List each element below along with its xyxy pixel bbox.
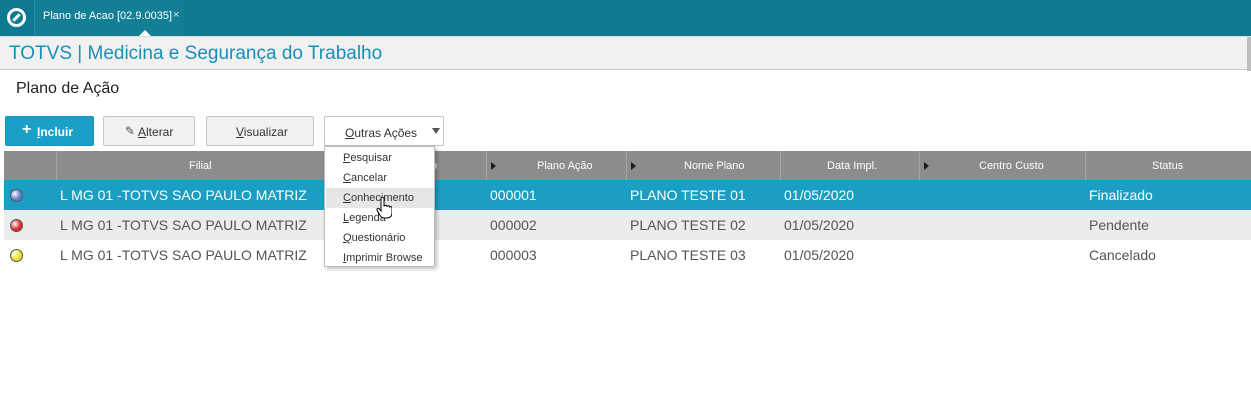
status-legend-icon (10, 219, 23, 232)
visualizar-button[interactable]: Visualizar (206, 116, 314, 146)
cell-data-impl: 01/05/2020 (784, 247, 855, 263)
menu-item-label: Imprimir Browse (343, 252, 423, 264)
column-label: Centro Custo (979, 160, 1044, 172)
cell-plano-acao: 000002 (490, 217, 537, 233)
menu-item-imprimir-browse[interactable]: Imprimir Browse (326, 248, 434, 268)
cell-nome-plano: PLANO TESTE 02 (630, 217, 746, 233)
cell-filial: L MG 01 -TOTVS SAO PAULO MATRIZ (60, 217, 307, 233)
chevron-down-icon (432, 128, 440, 134)
column-header-data-impl[interactable]: Data Impl. (781, 151, 920, 180)
app-topbar: Plano de Acao [02.9.0035] × (0, 0, 1251, 36)
grid-header: Filial o Plano Ação Nome Plano Data Impl… (4, 151, 1251, 180)
status-legend-icon (10, 189, 23, 202)
column-label: Nome Plano (684, 160, 745, 172)
column-header-status[interactable]: Status (1086, 151, 1251, 180)
sort-arrow-icon (924, 162, 929, 170)
cell-plano-acao: 000001 (490, 187, 537, 203)
menu-item-questionario[interactable]: Questionário (326, 228, 434, 248)
menu-item-label: Questionário (343, 232, 406, 244)
column-header-filial[interactable]: Filial (57, 151, 326, 180)
incluir-button[interactable]: + Incluir (5, 116, 94, 146)
hand-cursor-icon (376, 197, 392, 219)
menu-item-label: Pesquisar (343, 152, 392, 164)
close-icon[interactable]: × (173, 9, 179, 21)
table-row[interactable]: L MG 01 -TOTVS SAO PAULO MATRIZ 000001 P… (4, 180, 1251, 210)
column-header-legend[interactable] (4, 151, 57, 180)
tab-label: Plano de Acao [02.9.0035] (43, 10, 173, 22)
outras-acoes-button[interactable]: Outras Ações (324, 116, 444, 146)
cell-nome-plano: PLANO TESTE 03 (630, 247, 746, 263)
column-header-nome-plano[interactable]: Nome Plano (627, 151, 781, 180)
menu-item-cancelar[interactable]: Cancelar (326, 168, 434, 188)
cell-status: Finalizado (1089, 187, 1153, 203)
table-row[interactable]: L MG 01 -TOTVS SAO PAULO MATRIZ 000003 P… (4, 240, 1251, 270)
column-label: Filial (189, 160, 212, 172)
status-legend-icon (10, 249, 23, 262)
cell-status: Cancelado (1089, 247, 1156, 263)
table-row[interactable]: L MG 01 -TOTVS SAO PAULO MATRIZ 000002 P… (4, 210, 1251, 240)
sort-arrow-icon (491, 162, 496, 170)
cell-data-impl: 01/05/2020 (784, 217, 855, 233)
cell-filial: L MG 01 -TOTVS SAO PAULO MATRIZ (60, 247, 307, 263)
column-header-centro-custo[interactable]: Centro Custo (920, 151, 1086, 180)
cell-plano-acao: 000003 (490, 247, 537, 263)
alterar-label: Alterar (138, 125, 174, 139)
page-title: Plano de Ação (16, 80, 120, 97)
plus-icon: + (22, 121, 32, 138)
cell-status: Pendente (1089, 217, 1149, 233)
menu-item-pesquisar[interactable]: Pesquisar (326, 148, 434, 168)
module-title: TOTVS | Medicina e Segurança do Trabalho (9, 43, 383, 64)
column-label: Plano Ação (537, 160, 593, 172)
incluir-label: Incluir (37, 125, 74, 139)
scrollbar[interactable] (1247, 37, 1251, 71)
column-header-plano-acao[interactable]: Plano Ação (487, 151, 627, 180)
tab-plano-de-acao[interactable]: Plano de Acao [02.9.0035] × (34, 0, 184, 36)
cell-data-impl: 01/05/2020 (784, 187, 855, 203)
menu-item-label: Cancelar (343, 172, 388, 184)
pencil-icon: ✎ (125, 124, 136, 138)
sort-arrow-icon (631, 162, 636, 170)
alterar-button[interactable]: ✎ Alterar (103, 116, 195, 146)
outras-acoes-label: Outras Ações (345, 126, 418, 140)
visualizar-label: Visualizar (236, 125, 288, 139)
cell-nome-plano: PLANO TESTE 01 (630, 187, 746, 203)
column-label: Data Impl. (827, 160, 878, 172)
cell-filial: L MG 01 -TOTVS SAO PAULO MATRIZ (60, 187, 307, 203)
column-label: Status (1152, 160, 1184, 172)
module-header: TOTVS | Medicina e Segurança do Trabalho (0, 36, 1251, 71)
totvs-logo-icon[interactable] (7, 8, 26, 27)
